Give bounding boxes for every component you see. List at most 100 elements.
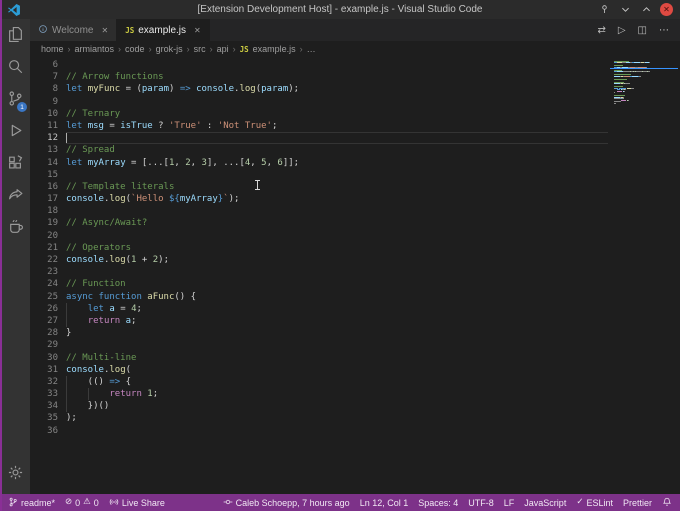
code-line[interactable]: 33 return 1; [30, 388, 680, 400]
line-number[interactable]: 28 [30, 327, 66, 339]
sidebar-explorer[interactable] [0, 21, 30, 53]
code-line[interactable]: 10// Ternary [30, 108, 680, 120]
code-line[interactable]: 34 })() [30, 400, 680, 412]
code-line[interactable]: 11let msg = isTrue ? 'True' : 'Not True'… [30, 120, 680, 132]
line-number[interactable]: 34 [30, 400, 66, 412]
live-share-button[interactable]: Live Share [104, 494, 170, 511]
encoding-indicator[interactable]: UTF-8 [463, 498, 499, 508]
code-line[interactable]: 6 [30, 59, 680, 71]
breadcrumb-item[interactable]: armiantos [75, 44, 115, 54]
code-line[interactable]: 21// Operators [30, 242, 680, 254]
line-number[interactable]: 6 [30, 59, 66, 71]
code-line[interactable]: 22console.log(1 + 2); [30, 254, 680, 266]
language-mode-indicator[interactable]: JavaScript [519, 498, 571, 508]
line-number[interactable]: 14 [30, 157, 66, 169]
notifications-bell[interactable] [657, 497, 677, 509]
code-line[interactable]: 24// Function [30, 278, 680, 290]
manage-settings[interactable] [0, 459, 30, 491]
breadcrumb-item[interactable]: api [217, 44, 229, 54]
line-number[interactable]: 18 [30, 205, 66, 217]
code-line[interactable]: 32 (() => { [30, 376, 680, 388]
minimap[interactable] [608, 57, 680, 494]
line-number[interactable]: 8 [30, 83, 66, 95]
line-number[interactable]: 32 [30, 376, 66, 388]
line-number[interactable]: 26 [30, 303, 66, 315]
keep-above-button[interactable] [597, 3, 611, 17]
code-line[interactable]: 30// Multi-line [30, 352, 680, 364]
code-line[interactable]: 18 [30, 205, 680, 217]
code-line[interactable]: 29 [30, 339, 680, 351]
open-changes-icon[interactable]: ⇄ [597, 25, 605, 36]
line-number[interactable]: 13 [30, 144, 66, 156]
line-number[interactable]: 31 [30, 364, 66, 376]
line-number[interactable]: 36 [30, 425, 66, 437]
more-actions-icon[interactable]: ⋯ [659, 25, 669, 36]
code-line[interactable]: 12 [30, 132, 680, 144]
code-line[interactable]: 13// Spread [30, 144, 680, 156]
sidebar-search[interactable] [0, 53, 30, 85]
sidebar-run-debug[interactable] [0, 117, 30, 149]
code-line[interactable]: 31console.log( [30, 364, 680, 376]
sidebar-live-share[interactable] [0, 181, 30, 213]
line-number[interactable]: 21 [30, 242, 66, 254]
code-line[interactable]: 20 [30, 230, 680, 242]
prettier-status[interactable]: Prettier [618, 498, 657, 508]
line-number[interactable]: 7 [30, 71, 66, 83]
code-line[interactable]: 9 [30, 96, 680, 108]
branch-indicator[interactable]: readme* [3, 494, 60, 511]
line-number[interactable]: 24 [30, 278, 66, 290]
line-number[interactable]: 16 [30, 181, 66, 193]
line-number[interactable]: 27 [30, 315, 66, 327]
close-tab-icon[interactable]: ✕ [102, 26, 109, 35]
code-line[interactable]: 15 [30, 169, 680, 181]
sidebar-coffee-extension[interactable] [0, 213, 30, 245]
line-number[interactable]: 19 [30, 217, 66, 229]
line-number[interactable]: 22 [30, 254, 66, 266]
breadcrumb-symbol-ellipsis[interactable]: … [307, 44, 316, 54]
run-file-icon[interactable]: ▷ [618, 25, 626, 36]
code-line[interactable]: 8let myFunc = (param) => console.log(par… [30, 83, 680, 95]
code-line[interactable]: 35); [30, 412, 680, 424]
code-line[interactable]: 7// Arrow functions [30, 71, 680, 83]
eslint-status[interactable]: ✓ ESLint [571, 498, 618, 508]
line-number[interactable]: 29 [30, 339, 66, 351]
eol-indicator[interactable]: LF [499, 498, 520, 508]
tab-example-js[interactable]: JS example.js ✕ [117, 19, 210, 41]
line-number[interactable]: 20 [30, 230, 66, 242]
close-tab-icon[interactable]: ✕ [194, 26, 201, 35]
code-line[interactable]: 25async function aFunc() { [30, 291, 680, 303]
sidebar-extensions[interactable] [0, 149, 30, 181]
close-button[interactable]: ✕ [660, 3, 673, 16]
code-line[interactable]: 17console.log(`Hello ${myArray}`); [30, 193, 680, 205]
code-line[interactable]: 16// Template literals [30, 181, 680, 193]
indentation-indicator[interactable]: Spaces: 4 [413, 498, 463, 508]
line-number[interactable]: 10 [30, 108, 66, 120]
cursor-position-indicator[interactable]: Ln 12, Col 1 [355, 498, 414, 508]
code-line[interactable]: 14let myArray = [...[1, 2, 3], ...[4, 5,… [30, 157, 680, 169]
breadcrumb-item[interactable]: grok-js [156, 44, 183, 54]
line-number[interactable]: 15 [30, 169, 66, 181]
code-line[interactable]: 36 [30, 425, 680, 437]
breadcrumb-item[interactable]: home [41, 44, 64, 54]
line-number[interactable]: 11 [30, 120, 66, 132]
line-number[interactable]: 12 [30, 132, 66, 144]
sidebar-source-control[interactable]: 1 [0, 85, 30, 117]
line-number[interactable]: 35 [30, 412, 66, 424]
breadcrumb-file[interactable]: example.js [253, 44, 296, 54]
split-editor-icon[interactable]: ◫ [638, 25, 647, 36]
breadcrumb-item[interactable]: src [194, 44, 206, 54]
line-number[interactable]: 33 [30, 388, 66, 400]
line-number[interactable]: 30 [30, 352, 66, 364]
code-line[interactable]: 26 let a = 4; [30, 303, 680, 315]
code-line[interactable]: 28} [30, 327, 680, 339]
code-line[interactable]: 27 return a; [30, 315, 680, 327]
breadcrumb-item[interactable]: code [125, 44, 145, 54]
minimize-button[interactable] [618, 3, 632, 17]
blame-info[interactable]: Caleb Schoepp, 7 hours ago [218, 497, 355, 509]
line-number[interactable]: 17 [30, 193, 66, 205]
line-number[interactable]: 23 [30, 266, 66, 278]
code-line[interactable]: 23 [30, 266, 680, 278]
code-line[interactable]: 19// Async/Await? [30, 217, 680, 229]
editor[interactable]: 67// Arrow functions8let myFunc = (param… [30, 57, 680, 494]
tab-welcome[interactable]: Welcome ✕ [30, 19, 117, 41]
